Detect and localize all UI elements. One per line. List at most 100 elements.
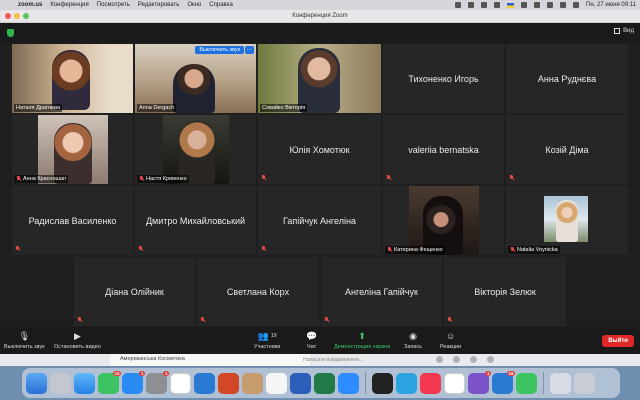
participant-tile[interactable]: Ангеліна Гапійчук xyxy=(321,257,442,326)
participant-tile[interactable]: Анна Красношап xyxy=(12,115,133,184)
participant-tile[interactable]: Діана Олійник xyxy=(74,257,195,326)
muted-mic-icon xyxy=(509,175,514,181)
participant-tile[interactable]: Тихоненко Игорь xyxy=(383,44,504,113)
participant-tile[interactable]: Дмитро Михайловський xyxy=(135,186,256,255)
share-screen-button[interactable]: ⬆ Демонстрация экрана xyxy=(334,330,390,351)
facetime-icon[interactable] xyxy=(516,372,537,394)
participant-name: Юлія Хомотюк xyxy=(289,144,350,155)
menu-item-edit[interactable]: Редактировать xyxy=(138,2,179,8)
terminal-icon[interactable] xyxy=(372,372,393,394)
participant-name: Радислав Василенко xyxy=(28,215,117,226)
keyboard-layout-flag-icon[interactable] xyxy=(507,2,515,8)
participant-tile[interactable]: Козій Діма xyxy=(506,115,628,184)
minimize-window-button[interactable] xyxy=(14,13,20,19)
powerpoint-icon[interactable] xyxy=(218,372,239,394)
participant-tile-active-speaker[interactable]: Совайко Вікторія xyxy=(258,44,381,113)
viber-icon[interactable]: 1 xyxy=(468,370,491,394)
view-button[interactable]: Вид xyxy=(614,28,634,34)
meeting-toolbar: 🎙 Выключить звук ▶ Остановить видео 👥 19 … xyxy=(0,327,640,354)
participant-name-label: Совайко Вікторія xyxy=(260,104,308,112)
participants-button[interactable]: 👥 19 Участники xyxy=(254,330,280,351)
participant-tile[interactable]: Юлія Хомотюк xyxy=(258,115,381,184)
zoom-tray-icon[interactable] xyxy=(455,2,462,8)
participant-name: Настя Кривенко xyxy=(146,176,187,182)
bluetooth-tray-icon[interactable] xyxy=(494,2,501,8)
participant-tile[interactable]: Настя Кривенко xyxy=(135,115,256,184)
menu-item-help[interactable]: Справка xyxy=(209,2,233,8)
mic-icon[interactable] xyxy=(436,356,443,363)
participant-face xyxy=(173,64,215,113)
participant-name-label: Катерина Фещенко xyxy=(385,246,445,254)
telegram-icon[interactable] xyxy=(396,372,417,394)
downloads-folder-icon[interactable] xyxy=(550,372,571,394)
music-icon[interactable] xyxy=(420,372,441,394)
chrome-icon[interactable] xyxy=(170,372,191,394)
trash-icon[interactable] xyxy=(574,372,595,394)
participant-tile[interactable]: valeriia bernatska xyxy=(383,115,504,184)
chrome-icon[interactable] xyxy=(444,372,465,394)
encryption-shield-icon[interactable] xyxy=(7,29,14,37)
system-preferences-icon[interactable]: 1 xyxy=(146,370,169,394)
zoom-mail-icon[interactable]: 16 xyxy=(492,370,515,394)
send-icon[interactable] xyxy=(487,356,494,363)
word-icon[interactable] xyxy=(290,372,311,394)
tile-more-button[interactable]: ··· xyxy=(244,46,254,54)
microphone-icon: 🎙 xyxy=(18,330,31,341)
mute-button[interactable]: 🎙 Выключить звук xyxy=(4,330,45,351)
leave-meeting-button[interactable]: Выйти xyxy=(602,335,634,347)
chat-button[interactable]: 💬 Чат xyxy=(306,330,317,351)
emoji-icon[interactable] xyxy=(453,356,460,363)
macos-menubar: zoom.us Конференция Посмотреть Редактиро… xyxy=(0,0,640,10)
close-window-button[interactable] xyxy=(5,13,11,19)
menu-item-window[interactable]: Окно xyxy=(187,2,201,8)
participant-tile[interactable]: Анна Руднєва xyxy=(506,44,628,113)
menu-item-conference[interactable]: Конференция xyxy=(50,2,88,8)
muted-mic-icon xyxy=(261,175,266,181)
muted-mic-icon xyxy=(15,246,20,252)
participant-tile[interactable]: Вікторія Зелюк xyxy=(444,257,566,326)
muted-mic-icon xyxy=(138,246,143,252)
window-titlebar: Конференция Zoom xyxy=(0,10,640,23)
zoom-window-button[interactable] xyxy=(23,13,29,19)
menubar-clock[interactable]: Пн, 27 июня 09:11 xyxy=(586,2,636,8)
finder-icon[interactable] xyxy=(26,372,47,394)
zoom-top-strip: Вид xyxy=(0,23,640,43)
background-message-input[interactable]: Написати повідомлення... xyxy=(300,354,366,366)
background-chat-title[interactable]: Американська Косметика xyxy=(110,354,310,366)
excel-icon[interactable] xyxy=(314,372,335,394)
safari-icon[interactable] xyxy=(74,372,95,394)
participant-tile[interactable]: Выключить звук ··· Anna Dergach xyxy=(135,44,256,113)
participant-name: Совайко Вікторія xyxy=(262,105,306,111)
launchpad-icon[interactable] xyxy=(50,372,71,394)
app-store-icon[interactable]: 1 xyxy=(122,370,145,394)
siri-icon[interactable] xyxy=(573,2,580,8)
participant-tile[interactable]: Светлана Корх xyxy=(197,257,319,326)
menu-item-view[interactable]: Посмотреть xyxy=(97,2,130,8)
stop-video-label: Остановить видео xyxy=(54,344,101,350)
control-center-icon[interactable] xyxy=(560,2,567,8)
dropbox-tray-icon[interactable] xyxy=(468,2,475,8)
archive-utility-icon[interactable] xyxy=(242,372,263,394)
stop-video-button[interactable]: ▶ Остановить видео xyxy=(54,330,101,351)
reactions-label: Реакции xyxy=(440,344,462,350)
participant-tile[interactable]: Гапійчук Ангеліна xyxy=(258,186,381,255)
messages-icon[interactable]: 10 xyxy=(98,370,121,394)
attach-icon[interactable] xyxy=(470,356,477,363)
participant-tile[interactable]: Радислав Василенко xyxy=(12,186,133,255)
participant-tile[interactable]: Катерина Фещенко xyxy=(383,186,504,255)
unmute-request-button[interactable]: Выключить звук xyxy=(195,46,244,54)
record-button[interactable]: ◉ Запись xyxy=(404,330,422,351)
preview-icon[interactable] xyxy=(266,372,287,394)
music-tray-icon[interactable] xyxy=(481,2,488,8)
wifi-icon[interactable] xyxy=(534,2,541,8)
participant-tile[interactable]: Natalia Voynicka xyxy=(506,186,628,255)
mute-label: Выключить звук xyxy=(4,344,45,350)
participant-tile[interactable]: Наталя Драгнева xyxy=(12,44,133,113)
outlook-icon[interactable] xyxy=(194,372,215,394)
app-store-badge: 1 xyxy=(139,370,145,376)
zoom-icon[interactable] xyxy=(338,372,359,394)
menu-app-name[interactable]: zoom.us xyxy=(18,2,42,8)
battery-icon[interactable] xyxy=(521,2,528,8)
reactions-button[interactable]: ☺ Реакции xyxy=(440,330,461,350)
spotlight-search-icon[interactable] xyxy=(547,2,554,8)
